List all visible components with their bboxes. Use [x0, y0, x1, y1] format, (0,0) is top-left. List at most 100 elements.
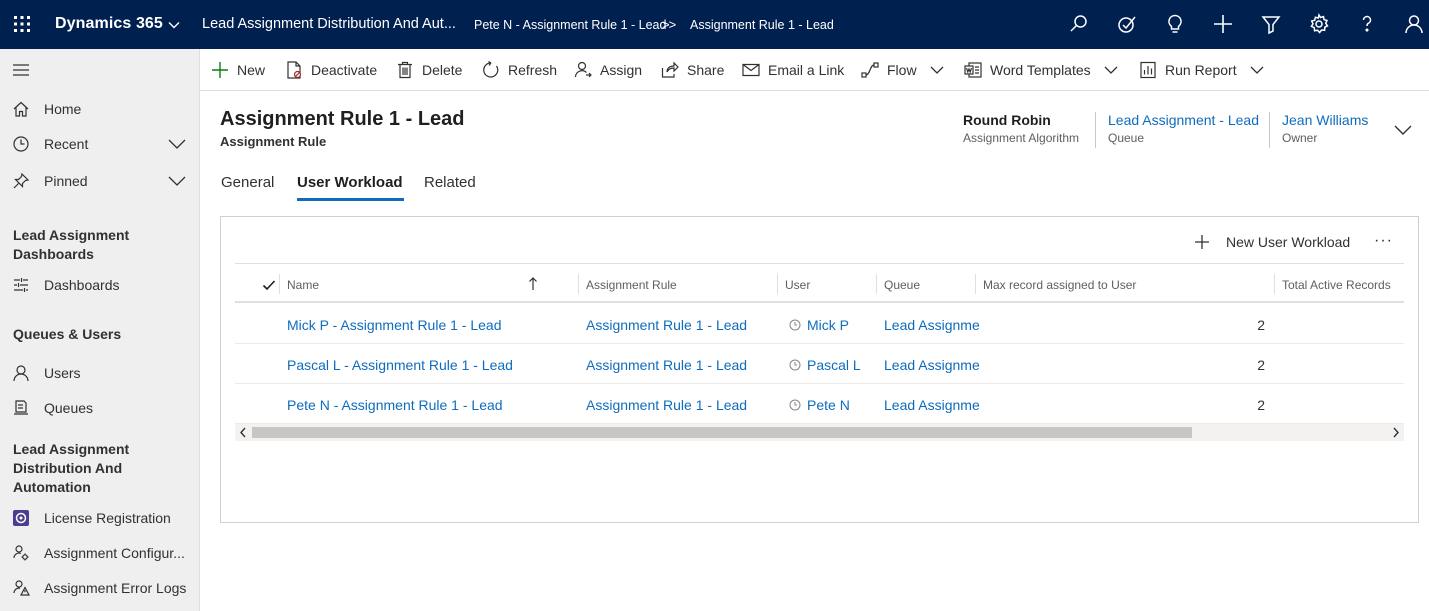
- column-header-assignment-rule[interactable]: Assignment Rule: [586, 278, 677, 292]
- sidebar-item-dashboards[interactable]: Dashboards: [0, 270, 199, 300]
- settings-person-icon: [12, 544, 30, 562]
- sidebar-item-recent[interactable]: Recent: [0, 129, 199, 159]
- area-name[interactable]: Lead Assignment Distribution And Aut...: [202, 16, 456, 32]
- horizontal-scrollbar[interactable]: [235, 424, 1404, 441]
- refresh-button[interactable]: Refresh: [482, 59, 557, 81]
- pin-icon: [12, 172, 30, 190]
- queue-link[interactable]: Lead Assignment - Lead: [1108, 112, 1259, 128]
- chevron-down-icon[interactable]: [168, 175, 186, 187]
- sidebar-item-queues[interactable]: Queues: [0, 393, 199, 423]
- row-rule-link[interactable]: Assignment Rule 1 - Lead: [586, 357, 747, 373]
- header-divider: [1095, 112, 1096, 148]
- scroll-right-icon[interactable]: [1392, 427, 1400, 438]
- app-launcher-icon[interactable]: [11, 13, 33, 35]
- breadcrumb-current: Assignment Rule 1 - Lead: [690, 18, 834, 32]
- table-row[interactable]: Pete N - Assignment Rule 1 - Lead Assign…: [235, 384, 1404, 424]
- row-user-link[interactable]: Pascal L: [789, 357, 861, 373]
- header-field-owner: Jean Williams Owner: [1282, 112, 1368, 145]
- share-button[interactable]: Share: [661, 59, 724, 81]
- chevron-down-icon[interactable]: [168, 138, 186, 150]
- sort-ascending-icon[interactable]: [528, 277, 538, 291]
- column-header-queue[interactable]: Queue: [884, 278, 920, 292]
- gear-icon[interactable]: [1308, 13, 1330, 35]
- tab-general[interactable]: General: [221, 174, 274, 191]
- sidebar-item-assignment-configuration[interactable]: Assignment Configur...: [0, 538, 199, 568]
- row-user-link[interactable]: Pete N: [789, 397, 850, 413]
- row-rule-link[interactable]: Assignment Rule 1 - Lead: [586, 317, 747, 333]
- row-name-link[interactable]: Mick P - Assignment Rule 1 - Lead: [287, 317, 502, 333]
- row-name-link[interactable]: Pete N - Assignment Rule 1 - Lead: [287, 397, 503, 413]
- row-max-record: 2: [1257, 357, 1265, 373]
- app-switcher-chevron-icon[interactable]: [167, 18, 181, 32]
- email-link-label: Email a Link: [768, 62, 845, 78]
- chevron-down-icon[interactable]: [1250, 65, 1264, 75]
- sidebar-item-license-registration[interactable]: License Registration: [0, 503, 199, 533]
- column-header-max-record[interactable]: Max record assigned to User: [983, 278, 1136, 292]
- flow-button[interactable]: Flow: [861, 59, 944, 81]
- task-icon[interactable]: [1116, 13, 1138, 35]
- row-queue-link[interactable]: Lead Assignme: [884, 397, 980, 413]
- sidebar-group-title: Lead Assignment Dashboards: [13, 227, 130, 262]
- run-report-button[interactable]: Run Report: [1139, 59, 1264, 81]
- chevron-down-icon[interactable]: [930, 65, 944, 75]
- header-divider: [1269, 112, 1270, 148]
- owner-link[interactable]: Jean Williams: [1282, 112, 1368, 128]
- deactivate-button[interactable]: Deactivate: [285, 59, 377, 81]
- row-queue-link[interactable]: Lead Assignme: [884, 317, 980, 333]
- word-templates-button[interactable]: Word Templates: [964, 59, 1118, 81]
- sidebar-item-label: Assignment Error Logs: [44, 580, 187, 596]
- sidebar-item-label: Pinned: [44, 173, 88, 189]
- sidebar-item-assignment-error-logs[interactable]: Assignment Error Logs: [0, 573, 199, 603]
- sidebar-item-label: License Registration: [44, 510, 171, 526]
- help-icon[interactable]: [1356, 13, 1378, 35]
- word-template-icon: [964, 61, 982, 79]
- tab-user-workload[interactable]: User Workload: [297, 174, 403, 191]
- lightbulb-icon[interactable]: [1164, 13, 1186, 35]
- email-link-button[interactable]: Email a Link: [742, 59, 844, 81]
- row-rule-link[interactable]: Assignment Rule 1 - Lead: [586, 397, 747, 413]
- tab-related[interactable]: Related: [424, 174, 476, 191]
- refresh-label: Refresh: [508, 62, 558, 78]
- sidebar-item-label: Users: [44, 365, 81, 381]
- more-commands-button[interactable]: ···: [1374, 232, 1393, 250]
- new-button[interactable]: New: [211, 59, 265, 81]
- table-row[interactable]: Pascal L - Assignment Rule 1 - Lead Assi…: [235, 344, 1404, 384]
- sidebar-item-label: Dashboards: [44, 277, 120, 293]
- sidebar-item-users[interactable]: Users: [0, 358, 199, 388]
- column-separator: [279, 274, 280, 294]
- column-separator: [578, 274, 579, 294]
- plus-icon[interactable]: [1212, 13, 1234, 35]
- new-user-workload-button[interactable]: New User Workload: [1194, 232, 1350, 252]
- sidebar-item-home[interactable]: Home: [0, 94, 199, 124]
- app-name[interactable]: Dynamics 365: [55, 15, 163, 33]
- plus-icon: [1195, 235, 1209, 249]
- assign-button[interactable]: Assign: [574, 59, 642, 81]
- user-icon[interactable]: [1403, 13, 1425, 35]
- row-queue-link[interactable]: Lead Assignme: [884, 357, 980, 373]
- select-all-checkmark-icon[interactable]: [262, 278, 276, 292]
- error-log-icon: [12, 579, 30, 597]
- breadcrumb-item[interactable]: Pete N - Assignment Rule 1 - Lead: [474, 18, 666, 32]
- table-row[interactable]: Mick P - Assignment Rule 1 - Lead Assign…: [235, 304, 1404, 344]
- hamburger-menu-icon[interactable]: [12, 63, 30, 77]
- license-icon: [12, 509, 30, 527]
- row-max-record: 2: [1257, 317, 1265, 333]
- sidebar-item-label: Assignment Configur...: [44, 545, 185, 561]
- row-user-link[interactable]: Mick P: [789, 317, 849, 333]
- queue-icon: [12, 399, 30, 417]
- scrollbar-thumb[interactable]: [252, 427, 1192, 438]
- new-user-workload-label: New User Workload: [1226, 234, 1351, 250]
- filter-icon[interactable]: [1260, 13, 1282, 35]
- delete-button[interactable]: Delete: [396, 59, 462, 81]
- column-header-user[interactable]: User: [785, 278, 810, 292]
- expand-header-chevron-icon[interactable]: [1394, 124, 1412, 136]
- trash-icon: [396, 61, 414, 79]
- row-name-link[interactable]: Pascal L - Assignment Rule 1 - Lead: [287, 357, 513, 373]
- sidebar-item-pinned[interactable]: Pinned: [0, 166, 199, 196]
- search-icon[interactable]: [1068, 13, 1090, 35]
- chevron-down-icon[interactable]: [1104, 65, 1118, 75]
- user-status-icon: [789, 359, 801, 371]
- column-header-name[interactable]: Name: [287, 278, 319, 292]
- scroll-left-icon[interactable]: [239, 427, 247, 438]
- column-header-total-active[interactable]: Total Active Records: [1282, 278, 1391, 292]
